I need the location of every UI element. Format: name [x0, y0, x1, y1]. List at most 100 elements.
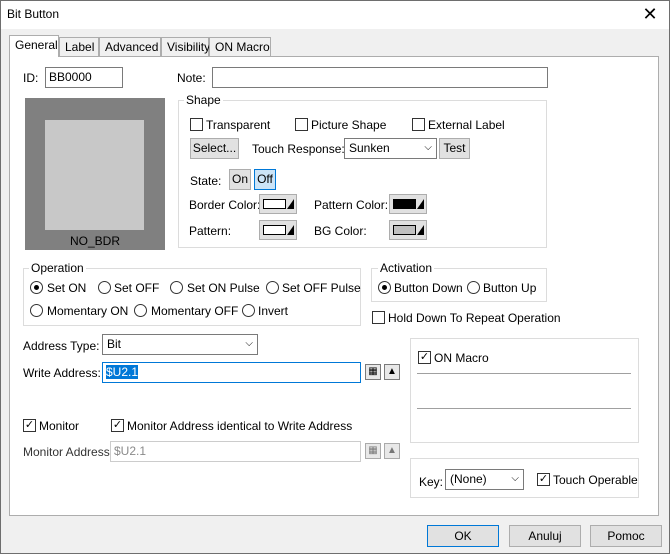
write-address-value: $U2.1 — [106, 365, 139, 379]
bit-button-dialog: Bit Button ✕ General Label Advanced Visi… — [0, 0, 670, 554]
chevron-down-icon: ⌵ — [424, 142, 432, 153]
external-label-checkbox[interactable] — [412, 118, 425, 131]
state-off-button[interactable]: Off — [254, 169, 276, 190]
shape-group-title: Shape — [184, 93, 223, 107]
dropdown-triangle-icon — [287, 199, 294, 209]
touch-response-select[interactable]: Sunken ⌵ — [344, 138, 437, 159]
key-label: Key: — [419, 475, 444, 489]
address-type-value: Bit — [107, 337, 122, 351]
hold-down-label: Hold Down To Repeat Operation — [388, 311, 561, 325]
on-macro-label: ON Macro — [434, 351, 489, 365]
dropdown-triangle-icon — [417, 225, 424, 235]
monitor-address-label: Monitor Address: — [23, 445, 114, 459]
preview-button-face — [45, 120, 144, 230]
momentary-off-radio[interactable] — [134, 304, 147, 317]
monitor-identical-checkbox[interactable]: ✓ — [111, 419, 124, 432]
touch-response-label: Touch Response: — [252, 142, 345, 156]
close-icon[interactable]: ✕ — [635, 3, 665, 27]
monitor-lock-icon[interactable]: ▲ — [384, 443, 400, 459]
test-button[interactable]: Test — [439, 138, 470, 159]
activation-group-title: Activation — [378, 261, 435, 275]
momentary-off-label: Momentary OFF — [151, 304, 239, 318]
state-label: State: — [190, 174, 222, 188]
pattern-button[interactable] — [259, 220, 297, 240]
pattern-color-swatch — [393, 199, 416, 209]
tab-advanced[interactable]: Advanced — [99, 37, 161, 56]
touch-operable-label: Touch Operable — [553, 473, 638, 487]
picture-shape-checkbox[interactable] — [295, 118, 308, 131]
key-value: (None) — [450, 472, 487, 486]
button-down-radio[interactable] — [378, 281, 391, 294]
macro-line-2 — [417, 408, 631, 409]
transparent-checkbox[interactable] — [190, 118, 203, 131]
bg-color-button[interactable] — [389, 220, 427, 240]
bg-color-swatch — [393, 225, 416, 235]
tab-on-macro[interactable]: ON Macro — [209, 37, 271, 56]
pattern-label: Pattern: — [189, 224, 232, 238]
invert-radio[interactable] — [242, 304, 255, 317]
button-down-label: Button Down — [394, 281, 463, 295]
key-select[interactable]: (None) ⌵ — [445, 469, 524, 490]
border-color-button[interactable] — [259, 194, 297, 214]
set-off-radio[interactable] — [98, 281, 111, 294]
touch-operable-checkbox[interactable]: ✓ — [537, 473, 550, 486]
set-off-pulse-label: Set OFF Pulse — [282, 281, 361, 295]
set-off-pulse-radio[interactable] — [266, 281, 279, 294]
on-macro-checkbox[interactable]: ✓ — [418, 351, 431, 364]
cancel-button[interactable]: Anuluj — [509, 525, 581, 547]
dropdown-triangle-icon — [287, 225, 294, 235]
invert-label: Invert — [258, 304, 289, 318]
momentary-on-label: Momentary ON — [47, 304, 129, 318]
transparent-label: Transparent — [206, 118, 271, 132]
address-type-select[interactable]: Bit ⌵ — [102, 334, 258, 355]
bg-color-label: BG Color: — [314, 224, 367, 238]
ok-button[interactable]: OK — [427, 525, 499, 547]
help-button[interactable]: Pomoc — [590, 525, 662, 547]
monitor-keypad-icon[interactable]: ▦ — [365, 443, 381, 459]
pattern-swatch — [263, 225, 286, 235]
select-shape-button[interactable]: Select... — [190, 138, 239, 159]
border-color-label: Border Color: — [189, 198, 261, 212]
external-label-label: External Label — [428, 118, 505, 132]
set-on-radio[interactable] — [30, 281, 43, 294]
preview-caption: NO_BDR — [69, 234, 120, 248]
monitor-label: Monitor — [39, 419, 80, 433]
set-off-label: Set OFF — [114, 281, 160, 295]
operation-group-title: Operation — [29, 261, 86, 275]
write-address-label: Write Address: — [23, 366, 101, 380]
monitor-checkbox[interactable]: ✓ — [23, 419, 36, 432]
note-label: Note: — [177, 71, 206, 85]
tab-general[interactable]: General — [9, 35, 59, 57]
note-field[interactable] — [212, 67, 548, 88]
window-title: Bit Button — [7, 7, 60, 21]
set-on-pulse-radio[interactable] — [170, 281, 183, 294]
id-field[interactable]: BB0000 — [45, 67, 123, 88]
button-up-label: Button Up — [483, 281, 537, 295]
title-bar: Bit Button ✕ — [1, 1, 669, 29]
lock-icon[interactable]: ▲ — [384, 364, 400, 380]
write-address-field[interactable]: $U2.1 — [102, 362, 361, 383]
border-color-swatch — [263, 199, 286, 209]
set-on-pulse-label: Set ON Pulse — [187, 281, 260, 295]
address-type-label: Address Type: — [23, 339, 100, 353]
shape-preview: NO_BDR — [25, 98, 165, 250]
picture-shape-label: Picture Shape — [311, 118, 387, 132]
monitor-address-field[interactable]: $U2.1 — [110, 441, 361, 462]
address-keypad-icon[interactable]: ▦ — [365, 364, 381, 380]
state-on-button[interactable]: On — [229, 169, 251, 190]
tab-visibility[interactable]: Visibility — [161, 37, 210, 56]
touch-response-value: Sunken — [349, 141, 390, 155]
id-label: ID: — [23, 71, 39, 85]
momentary-on-radio[interactable] — [30, 304, 43, 317]
tab-label[interactable]: Label — [59, 37, 99, 56]
pattern-color-button[interactable] — [389, 194, 427, 214]
set-on-label: Set ON — [47, 281, 87, 295]
hold-down-checkbox[interactable] — [372, 311, 385, 324]
button-up-radio[interactable] — [467, 281, 480, 294]
chevron-down-icon: ⌵ — [245, 338, 253, 349]
pattern-color-label: Pattern Color: — [314, 198, 389, 212]
monitor-identical-label: Monitor Address identical to Write Addre… — [127, 419, 353, 433]
chevron-down-icon: ⌵ — [511, 473, 519, 484]
macro-line-1 — [417, 373, 631, 374]
dropdown-triangle-icon — [417, 199, 424, 209]
